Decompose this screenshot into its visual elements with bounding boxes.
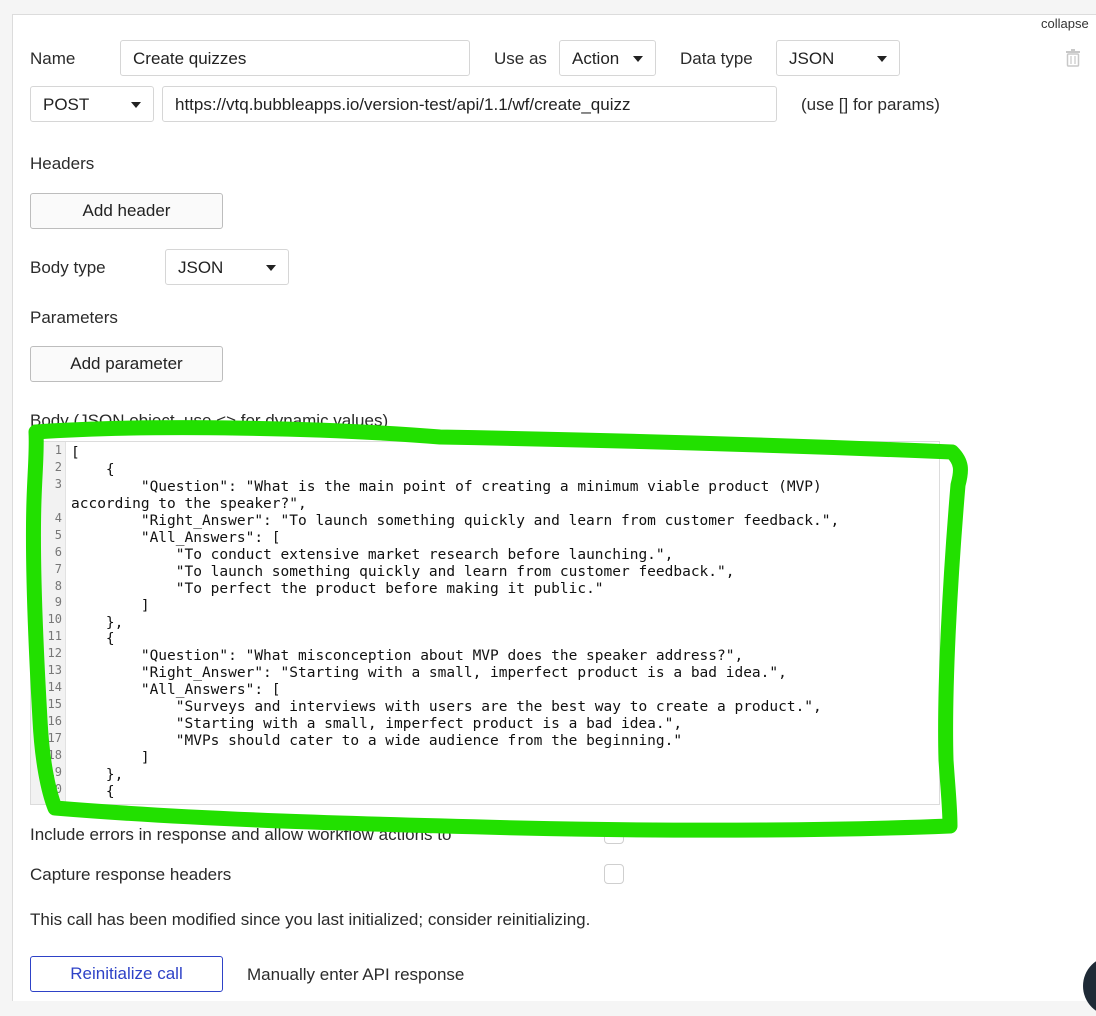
line-number: 14 [47,680,62,695]
line-number: 6 [54,544,62,559]
caret-down-icon [266,265,276,271]
line-number: 18 [47,747,62,762]
body-code-editor[interactable]: 1 2 3 4 5 6 7 8 9 10 11 12 13 14 15 16 17 18 19 20 [ { "Que… [30,441,940,805]
data-type-label: Data type [680,49,753,68]
line-number: 16 [47,714,62,728]
include-errors-label: Include errors in response and allow wor… [30,825,452,844]
collapse-link[interactable]: collapse [1041,16,1089,31]
add-header-button[interactable]: Add header [30,193,223,229]
line-number: 7 [54,561,62,576]
line-number: 3 [54,476,62,491]
trash-icon[interactable] [1065,49,1081,67]
line-number: 5 [54,527,62,542]
line-number: 13 [47,663,62,678]
capture-headers-checkbox[interactable] [604,864,624,884]
line-number [31,493,65,510]
capture-headers-label: Capture response headers [30,865,232,884]
line-number: 15 [47,697,62,712]
caret-down-icon [131,102,141,108]
modified-warning: This call has been modified since you la… [30,910,591,929]
line-number: 19 [47,764,62,779]
line-number: 1 [54,443,62,457]
body-type-label: Body type [30,258,106,277]
body-label: Body (JSON object, use <> for dynamic va… [30,411,389,430]
http-method-dropdown[interactable]: POST [30,86,154,122]
name-label: Name [30,49,76,68]
manual-response-link[interactable]: Manually enter API response [247,965,464,985]
use-as-dropdown[interactable]: Action [559,40,656,76]
body-json-code[interactable]: [ { "Question": "What is the main point … [71,445,935,801]
http-method-value: POST [43,95,90,114]
line-number: 10 [47,612,62,627]
line-number: 12 [47,646,62,661]
url-hint: (use [] for params) [801,95,940,114]
reinitialize-call-button[interactable]: Reinitialize call [30,956,223,992]
line-number: 11 [47,629,62,644]
headers-title: Headers [30,154,95,173]
caret-down-icon [877,56,887,62]
body-type-value: JSON [178,258,224,277]
data-type-dropdown[interactable]: JSON [776,40,900,76]
add-parameter-button[interactable]: Add parameter [30,346,223,382]
line-number-gutter: 1 2 3 4 5 6 7 8 9 10 11 12 13 14 15 16 17 18 19 20 [31,442,66,804]
name-input[interactable]: Create quizzes [120,40,470,76]
use-as-label: Use as [494,49,547,68]
include-errors-checkbox[interactable] [604,824,624,844]
line-number: 9 [54,595,62,610]
use-as-value: Action [572,49,620,68]
data-type-value: JSON [789,49,835,68]
caret-down-icon [633,56,643,62]
line-number: 20 [47,781,62,796]
line-number: 8 [54,578,62,593]
line-number: 2 [54,459,62,474]
parameters-title: Parameters [30,308,118,327]
url-input[interactable]: https://vtq.bubbleapps.io/version-test/a… [162,86,777,122]
line-number: 17 [47,730,62,745]
body-type-dropdown[interactable]: JSON [165,249,289,285]
line-number: 4 [54,510,62,525]
